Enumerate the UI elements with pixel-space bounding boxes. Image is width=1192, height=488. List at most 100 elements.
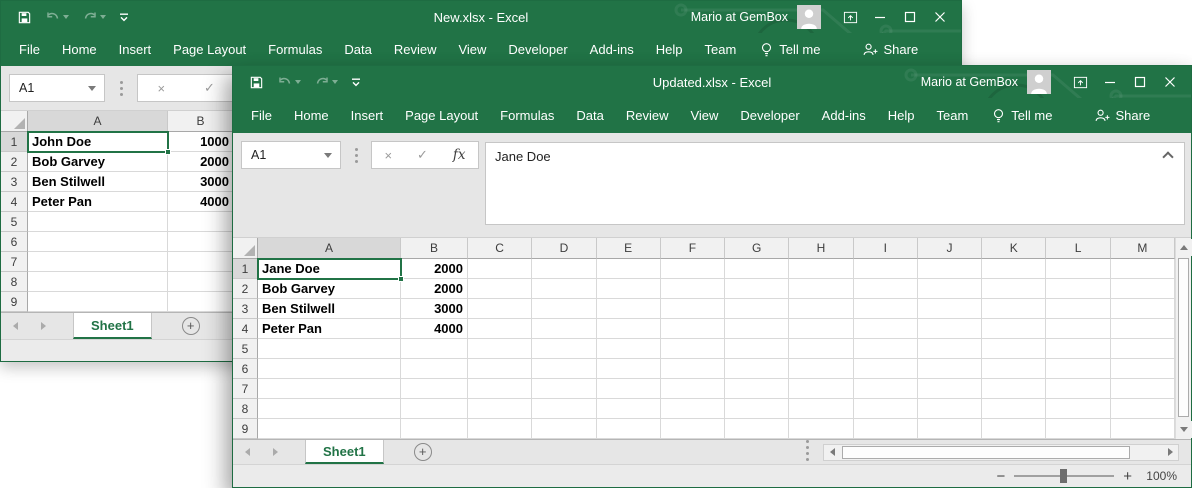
cell-A6[interactable] [28, 232, 168, 252]
next-sheet-button[interactable] [29, 313, 57, 339]
cell-J4[interactable] [918, 319, 982, 339]
cell-E6[interactable] [597, 359, 661, 379]
select-all-corner[interactable] [233, 238, 258, 259]
select-all-corner[interactable] [1, 111, 28, 132]
insert-function-button[interactable]: fx [453, 147, 466, 163]
ribbon-tab-review[interactable]: Review [394, 42, 437, 57]
cell-A7[interactable] [28, 252, 168, 272]
save-button[interactable] [17, 10, 32, 25]
name-box[interactable]: A1 [241, 141, 341, 169]
column-header-F[interactable]: F [661, 238, 725, 259]
cell-M6[interactable] [1111, 359, 1175, 379]
cell-D7[interactable] [532, 379, 596, 399]
cell-B9[interactable] [168, 292, 234, 312]
row-header-3[interactable]: 3 [1, 172, 28, 192]
sheet-tab-sheet1[interactable]: Sheet1 [73, 313, 152, 339]
confirm-entry-button[interactable]: ✓ [204, 80, 215, 96]
name-box-dropdown-icon[interactable] [88, 86, 96, 91]
ribbon-tab-file[interactable]: File [251, 108, 272, 123]
cell-D1[interactable] [532, 259, 596, 279]
cell-C4[interactable] [468, 319, 532, 339]
close-button[interactable] [1155, 66, 1185, 98]
collapse-formula-bar-icon[interactable] [1162, 151, 1173, 162]
cell-G9[interactable] [725, 419, 789, 439]
new-sheet-button[interactable]: + [182, 317, 200, 335]
vertical-scroll-thumb[interactable] [1178, 258, 1189, 417]
cell-H8[interactable] [789, 399, 853, 419]
tell-me-button[interactable]: Tell me [760, 42, 820, 58]
ribbon-tab-team[interactable]: Team [705, 42, 737, 57]
ribbon-tab-file[interactable]: File [19, 42, 40, 57]
cell-J6[interactable] [918, 359, 982, 379]
undo-button[interactable] [45, 11, 69, 24]
ribbon-tab-data[interactable]: Data [576, 108, 603, 123]
cell-G8[interactable] [725, 399, 789, 419]
cell-H3[interactable] [789, 299, 853, 319]
cell-G4[interactable] [725, 319, 789, 339]
cell-I2[interactable] [854, 279, 918, 299]
row-header-4[interactable]: 4 [233, 319, 258, 339]
column-header-C[interactable]: C [468, 238, 532, 259]
cell-B6[interactable] [401, 359, 468, 379]
column-header-K[interactable]: K [982, 238, 1046, 259]
cell-K9[interactable] [982, 419, 1046, 439]
row-header-8[interactable]: 8 [233, 399, 258, 419]
cell-M9[interactable] [1111, 419, 1175, 439]
ribbon-tab-view[interactable]: View [458, 42, 486, 57]
prev-sheet-button[interactable] [1, 313, 29, 339]
confirm-entry-button[interactable]: ✓ [417, 147, 428, 163]
cell-A7[interactable] [258, 379, 401, 399]
cell-C1[interactable] [468, 259, 532, 279]
column-header-A[interactable]: A [258, 238, 401, 259]
cell-B9[interactable] [401, 419, 468, 439]
cell-E4[interactable] [597, 319, 661, 339]
cell-L2[interactable] [1046, 279, 1110, 299]
cell-L7[interactable] [1046, 379, 1110, 399]
cell-B8[interactable] [168, 272, 234, 292]
column-header-L[interactable]: L [1046, 238, 1110, 259]
row-header-2[interactable]: 2 [233, 279, 258, 299]
cell-A3[interactable]: Ben Stilwell [258, 299, 401, 319]
formula-bar[interactable]: Jane Doe [485, 142, 1185, 225]
cell-K3[interactable] [982, 299, 1046, 319]
zoom-slider-thumb[interactable] [1060, 469, 1067, 483]
ribbon-tab-add-ins[interactable]: Add-ins [822, 108, 866, 123]
column-header-E[interactable]: E [597, 238, 661, 259]
cell-C8[interactable] [468, 399, 532, 419]
scroll-down-button[interactable] [1176, 421, 1192, 438]
cell-L5[interactable] [1046, 339, 1110, 359]
ribbon-tab-formulas[interactable]: Formulas [500, 108, 554, 123]
column-header-D[interactable]: D [532, 238, 596, 259]
row-header-9[interactable]: 9 [233, 419, 258, 439]
cell-H7[interactable] [789, 379, 853, 399]
cell-I3[interactable] [854, 299, 918, 319]
cell-J2[interactable] [918, 279, 982, 299]
cell-G3[interactable] [725, 299, 789, 319]
redo-button[interactable] [82, 11, 106, 24]
cell-E2[interactable] [597, 279, 661, 299]
cell-A4[interactable]: Peter Pan [28, 192, 168, 212]
cell-B1[interactable]: 1000 [168, 132, 234, 152]
ribbon-tab-page-layout[interactable]: Page Layout [173, 42, 246, 57]
cell-B2[interactable]: 2000 [168, 152, 234, 172]
cell-H1[interactable] [789, 259, 853, 279]
zoom-slider[interactable] [1014, 475, 1114, 477]
next-sheet-button[interactable] [261, 440, 289, 464]
cell-L9[interactable] [1046, 419, 1110, 439]
ribbon-tab-home[interactable]: Home [62, 42, 97, 57]
cell-E8[interactable] [597, 399, 661, 419]
cell-D8[interactable] [532, 399, 596, 419]
cell-B7[interactable] [401, 379, 468, 399]
cell-D4[interactable] [532, 319, 596, 339]
minimize-button[interactable] [865, 1, 895, 33]
scroll-left-button[interactable] [824, 445, 840, 460]
ribbon-tab-insert[interactable]: Insert [119, 42, 152, 57]
cell-F2[interactable] [661, 279, 725, 299]
cell-K1[interactable] [982, 259, 1046, 279]
cell-J3[interactable] [918, 299, 982, 319]
name-box-dropdown-icon[interactable] [324, 153, 332, 158]
cell-G5[interactable] [725, 339, 789, 359]
cell-I9[interactable] [854, 419, 918, 439]
cell-F5[interactable] [661, 339, 725, 359]
prev-sheet-button[interactable] [233, 440, 261, 464]
